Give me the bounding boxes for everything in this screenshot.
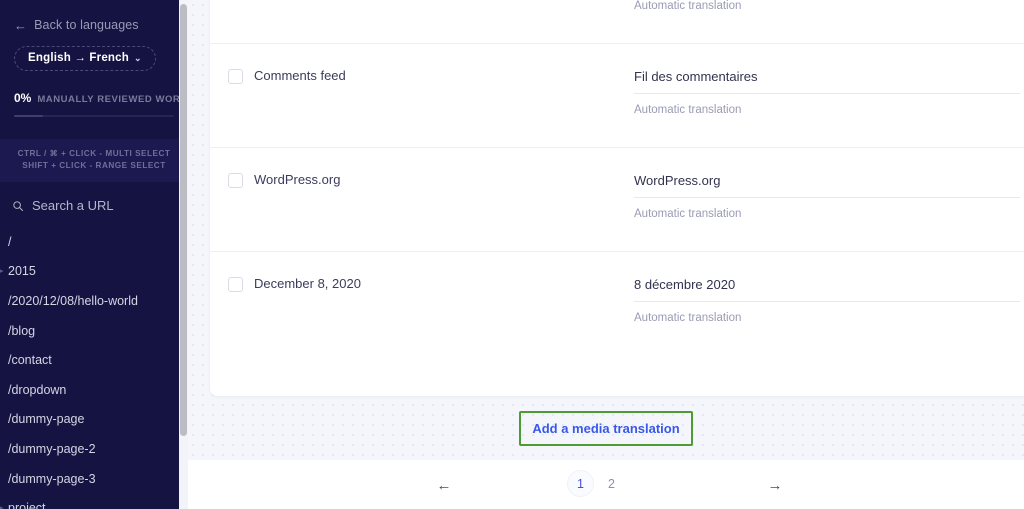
chevron-right-icon[interactable]: ▸ — [0, 503, 4, 509]
url-item-label: /dummy-page — [8, 412, 85, 427]
hint-range-select: SHIFT + CLICK - RANGE SELECT — [22, 161, 166, 170]
url-list-item[interactable]: /2020/12/08/hello-world — [0, 286, 188, 316]
hint-multi-select: CTRL / ⌘ + CLICK - MULTI SELECT — [17, 149, 171, 158]
back-to-languages-link[interactable]: ← Back to languages — [0, 0, 188, 32]
url-list-item[interactable]: /dummy-page — [0, 405, 188, 435]
url-item-label: /dummy-page-3 — [8, 471, 96, 486]
source-cell: WordPress.org — [210, 172, 634, 251]
arrow-left-icon: ← — [436, 476, 452, 494]
sidebar-scrollbar-thumb[interactable] — [180, 4, 187, 436]
url-item-label: project — [8, 501, 46, 509]
search-url-placeholder: Search a URL — [32, 198, 114, 213]
add-translation-strip: Add a media translation — [188, 396, 1024, 460]
reviewed-progress-track — [14, 115, 174, 117]
row-checkbox[interactable] — [228, 277, 243, 292]
url-list-item[interactable]: ▸ 2015 — [0, 257, 188, 287]
translations-table: Entries feed Flux d'entrées Automatic tr… — [210, 0, 1024, 396]
url-list: / ▸ 2015 /2020/12/08/hello-world /blog /… — [0, 227, 188, 509]
url-item-label: /contact — [8, 353, 52, 368]
target-cell: Flux d'entrées Automatic translation — [634, 0, 1024, 43]
target-translation-input[interactable]: WordPress.org — [634, 172, 1020, 198]
reviewed-progress-row: 0% MANUALLY REVIEWED WORDS — [14, 91, 188, 105]
source-cell: Entries feed — [210, 0, 634, 43]
language-selector-wrap: English → French ⌄ — [0, 32, 188, 71]
add-media-translation-button[interactable]: Add a media translation — [519, 410, 693, 446]
main-content: Entries feed Flux d'entrées Automatic tr… — [188, 0, 1024, 509]
source-text: Comments feed — [254, 68, 346, 83]
source-text: December 8, 2020 — [254, 276, 361, 291]
table-row: Comments feed Fil des commentaires Autom… — [210, 44, 1024, 148]
language-pair-label: English → French — [28, 52, 129, 64]
reviewed-progress-label: MANUALLY REVIEWED WORDS — [37, 94, 188, 105]
row-checkbox[interactable] — [228, 173, 243, 188]
target-translation-input[interactable]: 8 décembre 2020 — [634, 276, 1020, 302]
language-pair-selector[interactable]: English → French ⌄ — [14, 46, 156, 71]
translation-source-label: Automatic translation — [634, 312, 742, 324]
arrow-left-icon: ← — [14, 17, 28, 33]
reviewed-progress: 0% MANUALLY REVIEWED WORDS — [0, 71, 188, 117]
url-item-label: /blog — [8, 323, 36, 338]
url-item-label: /dummy-page-2 — [8, 441, 96, 456]
translation-editor-app: ← Back to languages English → French ⌄ 0… — [0, 0, 1024, 509]
url-item-label: /dropdown — [8, 382, 67, 397]
reviewed-progress-percent: 0% — [14, 91, 32, 105]
target-translation-input[interactable]: Fil des commentaires — [634, 68, 1020, 94]
translation-source-label: Automatic translation — [634, 208, 742, 220]
reviewed-progress-fill — [14, 115, 43, 117]
target-cell: 8 décembre 2020 Automatic translation — [634, 276, 1024, 356]
pagination-page-2[interactable]: 2 — [599, 471, 624, 496]
arrow-right-icon: → — [767, 476, 783, 494]
table-row: December 8, 2020 8 décembre 2020 Automat… — [210, 252, 1024, 356]
url-item-label: / — [8, 234, 12, 249]
pagination-pages: 1 2 — [568, 471, 624, 496]
chevron-right-icon[interactable]: ▸ — [0, 266, 4, 277]
url-list-item[interactable]: /dropdown — [0, 375, 188, 405]
url-list-item[interactable]: /contact — [0, 345, 188, 375]
source-text: WordPress.org — [254, 172, 341, 187]
pagination: ← 1 2 → — [188, 460, 1024, 509]
target-cell: Fil des commentaires Automatic translati… — [634, 68, 1024, 147]
translation-source-label: Automatic translation — [634, 0, 742, 12]
source-cell: Comments feed — [210, 68, 634, 147]
table-row: Entries feed Flux d'entrées Automatic tr… — [210, 0, 1024, 44]
pagination-page-1[interactable]: 1 — [568, 471, 593, 496]
url-item-label: 2015 — [8, 264, 36, 279]
sidebar-scrollbar[interactable] — [179, 0, 188, 509]
url-list-item[interactable]: / — [0, 227, 188, 257]
selection-hints: CTRL / ⌘ + CLICK - MULTI SELECT SHIFT + … — [0, 139, 188, 182]
pagination-next-button[interactable]: → — [762, 472, 788, 498]
table-row: WordPress.org WordPress.org Automatic tr… — [210, 148, 1024, 252]
url-list-item[interactable]: ▸ project — [0, 493, 188, 509]
url-list-item[interactable]: /dummy-page-2 — [0, 434, 188, 464]
back-to-languages-label: Back to languages — [34, 18, 139, 32]
translation-source-label: Automatic translation — [634, 104, 742, 116]
row-checkbox[interactable] — [228, 69, 243, 84]
chevron-down-icon: ⌄ — [133, 52, 142, 63]
source-cell: December 8, 2020 — [210, 276, 634, 356]
sidebar: ← Back to languages English → French ⌄ 0… — [0, 0, 188, 509]
url-list-item[interactable]: /dummy-page-3 — [0, 464, 188, 494]
target-cell: WordPress.org Automatic translation — [634, 172, 1024, 251]
url-list-item[interactable]: /blog — [0, 316, 188, 346]
url-item-label: /2020/12/08/hello-world — [8, 293, 138, 308]
search-url-field[interactable]: Search a URL — [0, 182, 188, 213]
pagination-prev-button[interactable]: ← — [431, 472, 457, 498]
search-icon — [13, 200, 23, 211]
